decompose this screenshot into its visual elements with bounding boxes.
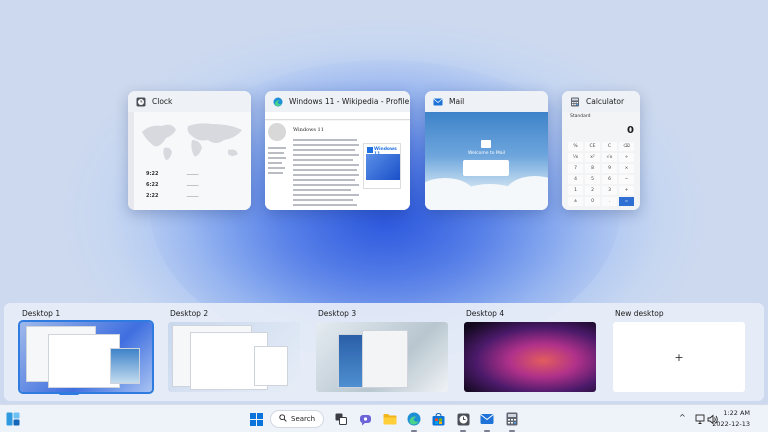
mail-welcome-screen: Welcome to Mail [425,112,548,210]
infobox-image [366,154,400,180]
calc-key[interactable]: 6 [602,175,617,184]
window-title: Clock [152,97,173,106]
window-calculator[interactable]: Calculator Standard 0 % CE C ⌫ ⅟x x² √x ÷ 7 8 9 × 4 5… [562,91,640,210]
calc-key[interactable]: 7 [568,164,583,173]
clock-date: 2022-12-13 [712,420,750,428]
browser-page: Windows 11 Windows 11 [265,121,410,210]
calc-key[interactable]: − [619,175,634,184]
clock-row: 2:22 ⸻ [146,193,199,200]
world-map [142,123,242,160]
calc-key[interactable]: x² [585,153,600,162]
window-clock[interactable]: Clock 9:22 ⸻ 6:22 ⸻ 2:22 ⸻ [128,91,251,210]
window-edge[interactable]: Windows 11 - Wikipedia - Profile 1 - ...… [265,91,410,210]
calc-key[interactable]: = [619,197,634,206]
calc-key[interactable]: ⌫ [619,142,634,151]
calc-key[interactable]: 8 [585,164,600,173]
windows-logo-icon [367,147,373,153]
desktop-2[interactable]: Desktop 2 [168,309,300,392]
window-mail[interactable]: Mail Welcome to Mail [425,91,548,210]
search-icon [279,414,287,424]
calc-key[interactable]: √x [602,153,617,162]
active-desktop-indicator [59,392,79,395]
window-title: Mail [449,97,465,106]
desktop-thumbnail [464,322,596,392]
mail-taskbar-icon[interactable] [478,410,496,428]
infobox-card: Windows 11 [363,143,401,189]
calc-key[interactable]: C [602,142,617,151]
desktop-thumbnail [18,320,154,394]
clock-taskbar-icon[interactable] [454,410,472,428]
search-button[interactable]: Search [270,410,324,428]
edge-taskbar-icon[interactable] [405,410,423,428]
desktop-4[interactable]: Desktop 4 [464,309,596,392]
window-title-bar: Calculator [562,91,640,112]
tray-overflow-chevron-icon[interactable]: ^ [679,413,686,422]
browser-toolbar [265,112,410,120]
plus-icon: + [674,350,684,364]
calc-key[interactable]: % [568,142,583,151]
window-title: Calculator [586,97,625,106]
window-title-bar: Clock [128,91,251,112]
envelope-icon [481,140,491,148]
taskbar: Search ^ 1:22 AM 2022-12-13 [0,404,768,432]
calc-key[interactable]: 5 [585,175,600,184]
calc-keypad: % CE C ⌫ ⅟x x² √x ÷ 7 8 9 × 4 5 6− 1 2 3 + ±0. = [568,142,634,206]
store-icon[interactable] [429,410,447,428]
window-title-bar: Mail [425,91,548,112]
task-view-icon[interactable] [332,410,350,428]
calc-key[interactable]: 9 [602,164,617,173]
calc-key[interactable]: ⅟x [568,153,583,162]
clock-row: 9:22 ⸻ [146,171,199,178]
desktop-label: Desktop 2 [170,309,209,318]
clock-row: 6:22 ⸻ [146,182,199,189]
clock-icon [136,97,146,107]
new-desktop-button[interactable]: + [613,322,745,392]
calculator-icon [570,97,580,107]
calculator-taskbar-icon[interactable] [503,410,521,428]
calc-display: 0 [627,125,634,136]
window-title-bar: Windows 11 - Wikipedia - Profile 1 - ... [265,91,410,112]
calc-key[interactable]: 3 [602,186,617,195]
mail-icon [433,97,443,107]
desktop-3[interactable]: Desktop 3 [316,309,448,392]
calc-key[interactable]: 2 [585,186,600,195]
calc-key[interactable]: 0 [585,197,600,206]
new-desktop-label: New desktop [615,309,664,318]
calc-key[interactable]: CE [585,142,600,151]
desktop-thumbnail [316,322,448,392]
calc-key[interactable]: ÷ [619,153,634,162]
calc-key[interactable]: 4 [568,175,583,184]
wikipedia-logo-icon [268,123,286,141]
clock-sidebar [128,112,134,210]
calc-key[interactable]: ± [568,197,583,206]
search-label: Search [291,415,316,423]
widgets-icon[interactable] [4,410,22,428]
account-card[interactable] [463,160,509,176]
calc-key[interactable]: . [602,197,617,206]
clock-time: 1:22 AM [723,409,750,417]
desktop-label: Desktop 3 [318,309,357,318]
desktop-thumbnail [168,322,300,392]
file-explorer-icon[interactable] [381,410,399,428]
desktop-label: Desktop 1 [22,309,61,318]
calc-key[interactable]: 1 [568,186,583,195]
calc-mode: Standard [570,114,591,119]
edge-icon [273,97,283,107]
virtual-desktop-strip: Desktop 1 Desktop 2 Desktop 3 Desktop 4 … [4,303,764,401]
welcome-text: Welcome to Mail [467,151,506,156]
calc-key[interactable]: + [619,186,634,195]
teams-chat-icon[interactable] [356,410,374,428]
calc-key[interactable]: × [619,164,634,173]
page-heading: Windows 11 [293,127,324,133]
desktop-label: Desktop 4 [466,309,505,318]
start-icon[interactable] [247,410,265,428]
desktop-1[interactable]: Desktop 1 [18,309,154,394]
window-title: Windows 11 - Wikipedia - Profile 1 - ... [289,97,410,106]
system-clock[interactable]: 1:22 AM 2022-12-13 [712,408,750,430]
